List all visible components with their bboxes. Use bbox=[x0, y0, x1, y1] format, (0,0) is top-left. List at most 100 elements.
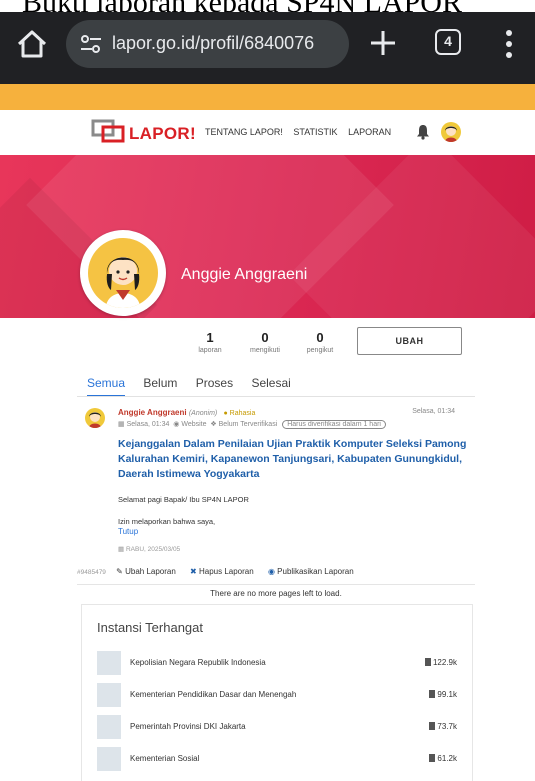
report-event-date: ▦ RABU, 2025/03/05 bbox=[118, 545, 180, 553]
tab-switcher-button[interactable]: 4 bbox=[435, 29, 461, 55]
instansi-row[interactable]: Pemerintah Provinsi DKI Jakarta 73.7k bbox=[97, 715, 457, 739]
profile-stats: 1 laporan 0 mengikuti 0 pengikut UBAH bbox=[0, 318, 535, 368]
document-icon bbox=[429, 754, 436, 762]
stat-laporan: 1 laporan bbox=[180, 330, 240, 354]
report-id: #9485479 bbox=[77, 569, 106, 576]
url-text: lapor.go.id/profil/6840076 bbox=[112, 33, 315, 53]
building-icon bbox=[97, 683, 121, 707]
profile-avatar bbox=[80, 230, 166, 316]
stat-label: mengikuti bbox=[250, 347, 280, 354]
logo-mark-icon bbox=[91, 119, 125, 143]
event-date-text: RABU, 2025/03/05 bbox=[125, 546, 181, 553]
edit-report-label: Ubah Laporan bbox=[125, 567, 176, 576]
bell-icon[interactable] bbox=[416, 124, 430, 140]
delete-report-label: Hapus Laporan bbox=[198, 567, 254, 576]
info-icon: ❖ bbox=[210, 421, 217, 428]
instansi-name: Kementerian Sosial bbox=[130, 754, 200, 763]
top-band bbox=[0, 84, 535, 110]
document-icon bbox=[424, 658, 431, 666]
list-divider bbox=[77, 584, 475, 585]
instansi-count-value: 122.9k bbox=[432, 658, 457, 667]
remove-icon: ✖ bbox=[190, 567, 197, 576]
report-body: Selamat pagi Bapak/ Ibu SP4N LAPOR Izin … bbox=[118, 494, 458, 527]
publish-report-label: Publikasikan Laporan bbox=[277, 567, 354, 576]
report-card: Anggie Anggraeni (Anonim) ● Rahasia Sela… bbox=[77, 400, 475, 584]
report-title[interactable]: Kejanggalan Dalam Penilaian Ujian Prakti… bbox=[118, 437, 470, 482]
pencil-icon: ✎ bbox=[116, 567, 123, 576]
stat-value: 1 bbox=[206, 330, 214, 345]
stat-mengikuti[interactable]: 0 mengikuti bbox=[235, 330, 295, 354]
building-icon bbox=[97, 715, 121, 739]
instansi-count: 61.2k bbox=[429, 754, 457, 763]
privacy-label: Rahasia bbox=[229, 410, 256, 417]
tab-proses[interactable]: Proses bbox=[196, 376, 233, 395]
site-settings-icon[interactable] bbox=[80, 34, 102, 54]
report-author[interactable]: Anggie Anggraeni (Anonim) ● Rahasia bbox=[118, 408, 255, 417]
logo-text: LAPOR! bbox=[129, 124, 196, 143]
report-meta: ▦ Selasa, 01:34 ◉ Website ❖ Belum Terver… bbox=[118, 420, 386, 429]
privacy-badge: ● Rahasia bbox=[223, 410, 255, 417]
report-status: Belum Terverifikasi bbox=[218, 421, 278, 428]
document-icon bbox=[429, 690, 436, 698]
report-channel: Website bbox=[181, 421, 207, 428]
instansi-count-value: 99.1k bbox=[437, 690, 457, 699]
lapor-logo[interactable]: LAPOR! bbox=[91, 118, 196, 146]
stat-label: pengikut bbox=[306, 347, 334, 354]
instansi-row[interactable]: Kepolisian Negara Republik Indonesia 122… bbox=[97, 651, 457, 675]
instansi-count: 73.7k bbox=[429, 722, 457, 731]
new-tab-icon[interactable] bbox=[368, 28, 398, 58]
tabs-divider bbox=[77, 396, 475, 397]
tab-belum[interactable]: Belum bbox=[143, 376, 177, 395]
url-bar[interactable]: lapor.go.id/profil/6840076 bbox=[66, 20, 349, 68]
eye-icon: ◉ bbox=[267, 567, 275, 576]
report-date: Selasa, 01:34 bbox=[126, 421, 170, 428]
anon-label: (Anonim) bbox=[188, 410, 218, 417]
instansi-title: Instansi Terhangat bbox=[97, 620, 203, 635]
nav-link-tentang[interactable]: TENTANG LAPOR! bbox=[205, 127, 283, 137]
instansi-count: 99.1k bbox=[429, 690, 457, 699]
instansi-count-value: 73.7k bbox=[437, 722, 457, 731]
report-body-line: Selamat pagi Bapak/ Ibu SP4N LAPOR bbox=[118, 495, 249, 504]
report-time: Selasa, 01:34 bbox=[412, 408, 455, 415]
globe-icon: ◉ bbox=[173, 421, 180, 428]
instansi-count-value: 61.2k bbox=[437, 754, 457, 763]
report-author-avatar-icon bbox=[85, 408, 105, 428]
instansi-name: Kepolisian Negara Republik Indonesia bbox=[130, 658, 266, 667]
instansi-count: 122.9k bbox=[424, 658, 457, 667]
user-avatar-icon[interactable] bbox=[441, 122, 461, 142]
stat-value: 0 bbox=[316, 330, 324, 345]
publish-report-button[interactable]: ◉ Publikasikan Laporan bbox=[268, 567, 354, 576]
building-icon bbox=[97, 747, 121, 771]
stat-label: laporan bbox=[198, 347, 222, 354]
collapse-link[interactable]: Tutup bbox=[118, 527, 138, 536]
lock-icon: ● bbox=[223, 410, 228, 417]
building-icon bbox=[97, 651, 121, 675]
home-icon[interactable] bbox=[14, 26, 50, 62]
edit-report-button[interactable]: ✎ Ubah Laporan bbox=[116, 567, 176, 576]
calendar-icon: ▦ bbox=[118, 546, 125, 553]
instansi-row[interactable]: Kementerian Sosial 61.2k bbox=[97, 747, 457, 771]
deadline-badge: Harus diverifikasi dalam 1 hari bbox=[282, 420, 386, 429]
browser-toolbar: lapor.go.id/profil/6840076 4 bbox=[0, 12, 535, 84]
end-of-list-message: There are no more pages left to load. bbox=[210, 589, 342, 598]
stat-pengikut[interactable]: 0 pengikut bbox=[290, 330, 350, 354]
calendar-icon: ▦ bbox=[118, 421, 125, 428]
profile-name: Anggie Anggraeni bbox=[181, 266, 308, 283]
tab-selesai[interactable]: Selesai bbox=[251, 376, 290, 395]
instansi-row[interactable]: Kementerian Pendidikan Dasar dan Menenga… bbox=[97, 683, 457, 707]
instansi-name: Pemerintah Provinsi DKI Jakarta bbox=[130, 722, 246, 731]
more-menu-icon[interactable] bbox=[505, 28, 513, 60]
instansi-name: Kementerian Pendidikan Dasar dan Menenga… bbox=[130, 690, 297, 699]
delete-report-button[interactable]: ✖ Hapus Laporan bbox=[190, 567, 254, 576]
report-actions: #9485479 ✎ Ubah Laporan ✖ Hapus Laporan … bbox=[77, 567, 366, 576]
report-body-line: Izin melaporkan bahwa saya, bbox=[118, 517, 216, 526]
edit-profile-button[interactable]: UBAH bbox=[357, 327, 462, 355]
tab-semua[interactable]: Semua bbox=[87, 376, 126, 397]
report-author-name: Anggie Anggraeni bbox=[118, 408, 187, 417]
nav-links: TENTANG LAPOR! STATISTIK LAPORAN bbox=[205, 127, 399, 137]
nav-link-laporan[interactable]: LAPORAN bbox=[348, 127, 391, 137]
site-navbar: LAPOR! TENTANG LAPOR! STATISTIK LAPORAN bbox=[0, 110, 535, 155]
profile-banner bbox=[0, 155, 535, 318]
nav-link-statistik[interactable]: STATISTIK bbox=[293, 127, 337, 137]
stat-value: 0 bbox=[261, 330, 269, 345]
